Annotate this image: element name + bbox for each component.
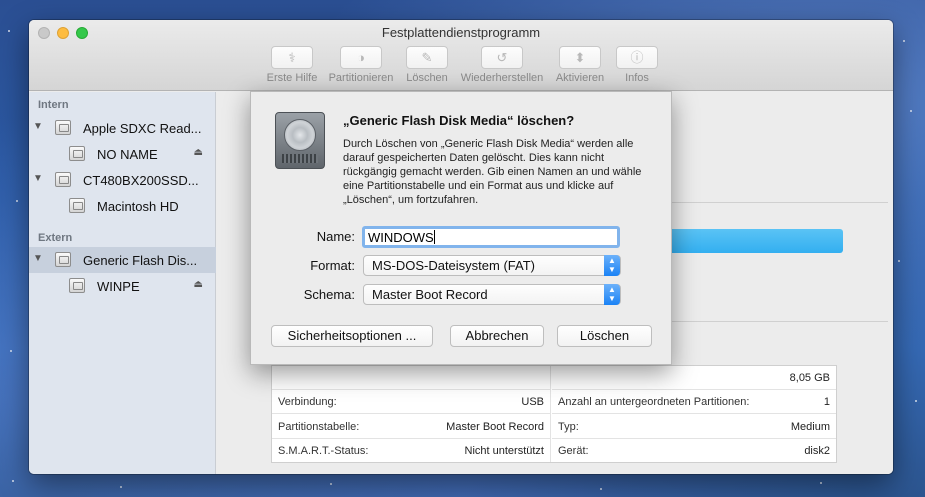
erase-icon: ✎ (406, 46, 448, 69)
sidebar: Intern ▼ Apple SDXC Read... NO NAME ⏏ ▼ … (29, 92, 216, 474)
sidebar-item-apple-sdxc[interactable]: ▼ Apple SDXC Read... (29, 115, 216, 141)
eject-icon[interactable]: ⏏ (194, 147, 203, 158)
erase-confirm-button[interactable]: Löschen (557, 325, 652, 347)
disclosure-triangle-icon[interactable]: ▼ (33, 121, 43, 132)
eject-icon[interactable]: ⏏ (194, 279, 203, 290)
toolbar: ⚕ Erste Hilfe ◑ Partitionieren ✎ Löschen… (29, 46, 893, 86)
volume-icon (69, 146, 85, 161)
sidebar-item-no-name[interactable]: NO NAME ⏏ (29, 141, 216, 167)
volume-icon (69, 278, 85, 293)
mount-icon: ⬍ (559, 46, 601, 69)
disk-info-table: Verbindung: USB Partitionstabelle: Maste… (271, 365, 837, 463)
restore-icon: ↺ (481, 46, 523, 69)
security-options-button[interactable]: Sicherheitsoptionen ... (271, 325, 433, 347)
window-title: Festplattendienstprogramm (381, 25, 541, 40)
internal-disk-icon (55, 172, 71, 187)
info-row: Gerät: disk2 (558, 445, 830, 457)
first-aid-button[interactable]: ⚕ Erste Hilfe (262, 46, 322, 84)
sidebar-item-winpe[interactable]: WINPE ⏏ (29, 273, 216, 299)
sidebar-item-ct480[interactable]: ▼ CT480BX200SSD... (29, 167, 216, 193)
format-popup[interactable]: MS-DOS-Dateisystem (FAT) ▲ ▼ (363, 255, 621, 276)
cancel-button[interactable]: Abbrechen (450, 325, 544, 347)
format-label: Format: (310, 258, 355, 273)
erase-dialog: „Generic Flash Disk Media“ löschen? Durc… (250, 91, 672, 365)
info-row: 8,05 GB (552, 366, 836, 390)
title-bar: Festplattendienstprogramm ⚕ Erste Hilfe … (29, 20, 893, 91)
pie-partition-icon: ◑ (340, 46, 382, 69)
dialog-title: „Generic Flash Disk Media“ löschen? (343, 113, 575, 128)
stethoscope-icon: ⚕ (271, 46, 313, 69)
disclosure-triangle-icon[interactable]: ▼ (33, 173, 43, 184)
chevron-updown-icon: ▲ ▼ (604, 284, 620, 305)
sidebar-section-internal: Intern (38, 99, 69, 111)
name-label: Name: (316, 229, 355, 244)
info-column-right: 8,05 GB Anzahl an untergeordneten Partit… (552, 366, 836, 462)
info-row: Partitionstabelle: Master Boot Record (272, 415, 550, 439)
chevron-updown-icon: ▲ ▼ (604, 255, 620, 276)
internal-disk-icon (55, 120, 71, 135)
disk-usage-bar (653, 229, 843, 253)
hard-disk-icon (275, 112, 325, 169)
disclosure-triangle-icon[interactable]: ▼ (33, 253, 43, 264)
restore-button[interactable]: ↺ Wiederherstellen (457, 46, 547, 84)
erase-button[interactable]: ✎ Löschen (400, 46, 454, 84)
name-field[interactable]: WINDOWS (362, 226, 620, 248)
info-row: S.M.A.R.T.-Status: Nicht unterstützt (278, 445, 544, 457)
scheme-label: Schema: (303, 287, 355, 302)
info-row: Verbindung: USB (272, 390, 550, 414)
info-row (272, 366, 550, 390)
info-icon: ⓘ (616, 46, 658, 69)
sidebar-item-macintosh-hd[interactable]: Macintosh HD (29, 193, 216, 219)
info-row: Anzahl an untergeordneten Partitionen: 1 (552, 390, 836, 414)
partition-button[interactable]: ◑ Partitionieren (325, 46, 397, 84)
sidebar-item-generic-flash-disk[interactable]: ▼ Generic Flash Dis... (29, 247, 216, 273)
external-disk-icon (55, 252, 71, 267)
dialog-message: Durch Löschen von „Generic Flash Disk Me… (343, 138, 642, 206)
mount-button[interactable]: ⬍ Aktivieren (550, 46, 610, 84)
scheme-popup[interactable]: Master Boot Record ▲ ▼ (363, 284, 621, 305)
sidebar-section-external: Extern (38, 232, 73, 244)
volume-icon (69, 198, 85, 213)
info-button[interactable]: ⓘ Infos (613, 46, 661, 84)
info-column-left: Verbindung: USB Partitionstabelle: Maste… (272, 366, 551, 462)
info-row: Typ: Medium (552, 415, 836, 439)
